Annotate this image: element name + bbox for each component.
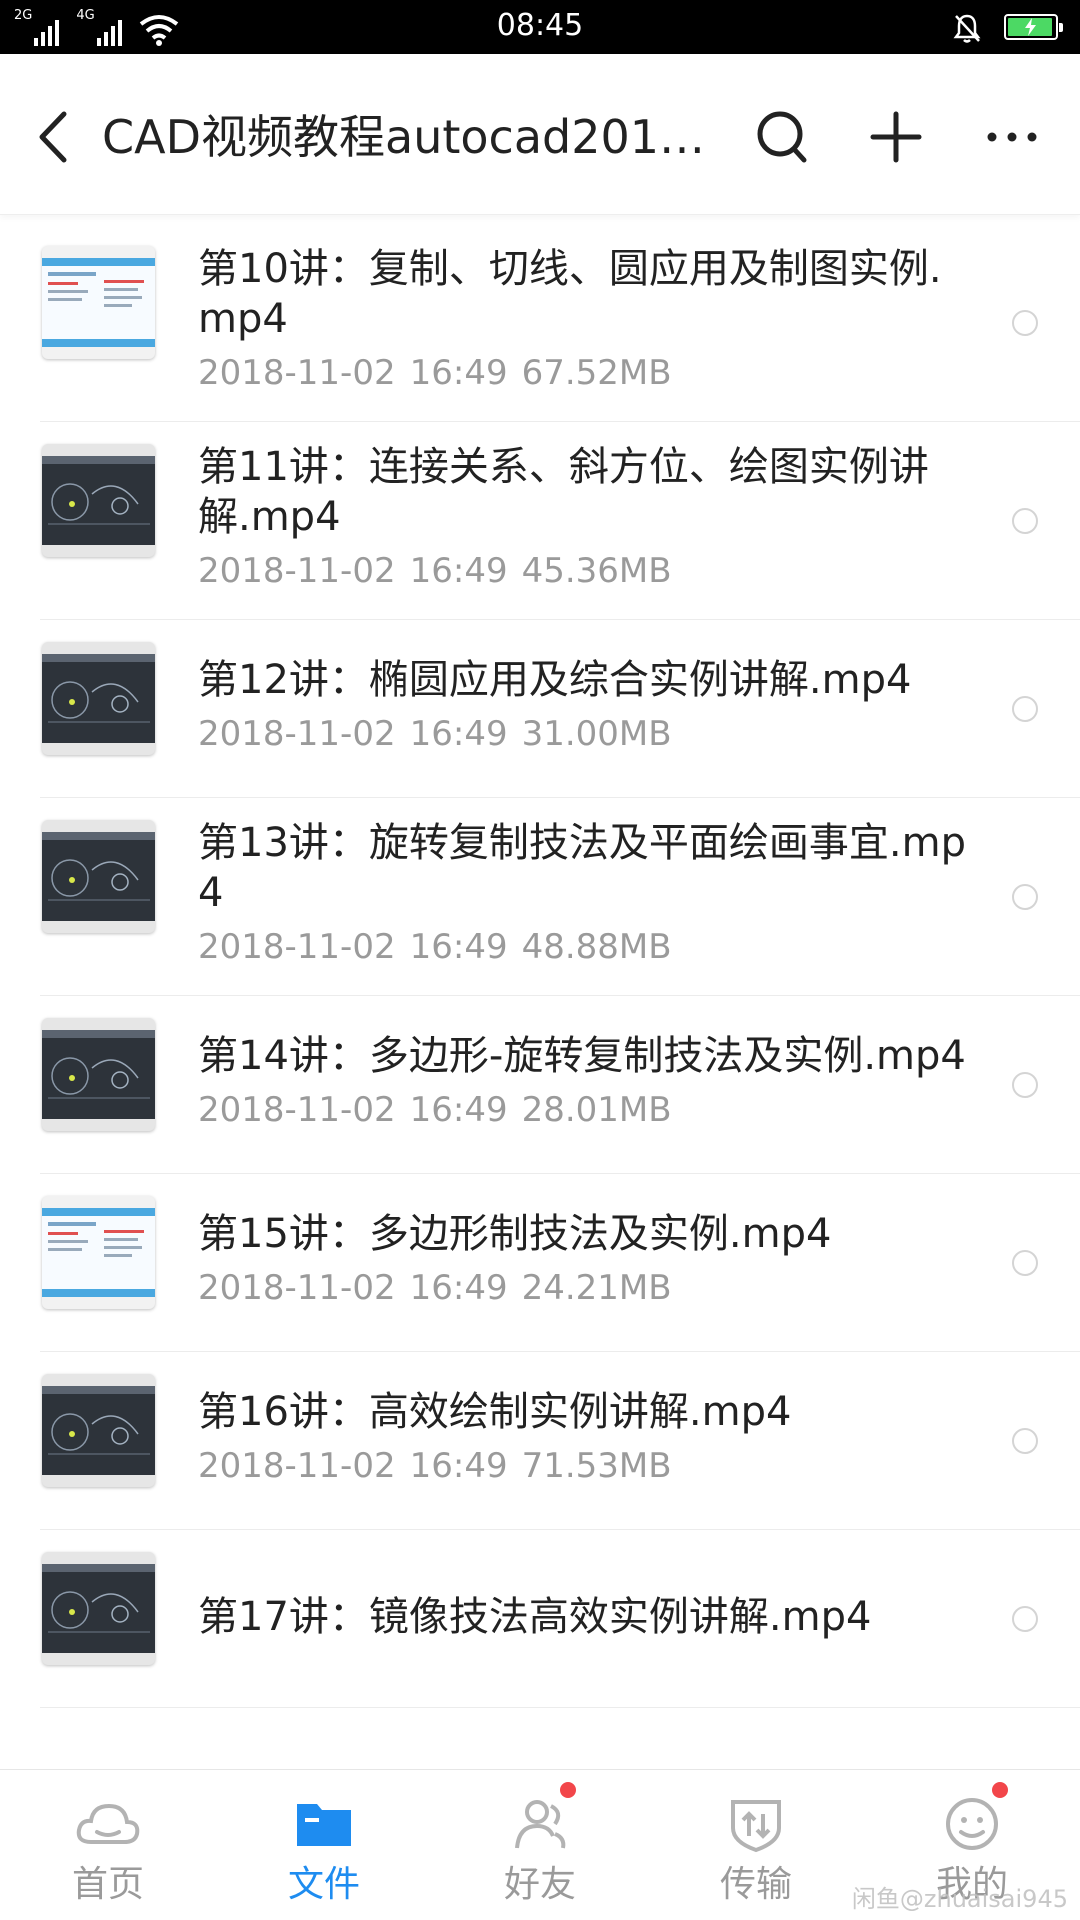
file-name: 第17讲：镜像技法高效实例讲解.mp4 [198,1594,872,1640]
video-thumbnail [42,444,155,557]
file-size: 24.21MB [521,1268,672,1308]
nav-label: 文件 [287,1864,360,1905]
file-date: 2018-11-02 [198,1090,396,1130]
file-date: 2018-11-02 [198,551,396,591]
file-row[interactable]: 第16讲：高效绘制实例讲解.mp4 2018-11-02 16:49 71.53MB [0,1352,1080,1530]
file-row[interactable]: 第14讲：多边形-旋转复制技法及实例.mp4 2018-11-02 16:49 28.… [0,996,1080,1174]
header-bar: CAD视频教程autocad2018… [0,54,1080,215]
more-icon[interactable] [980,100,1044,174]
nav-home[interactable]: 首页 [0,1770,216,1920]
bell-muted-icon [953,14,981,43]
file-meta: 2018-11-02 16:49 31.00MB [198,709,968,759]
file-info: 第17讲：镜像技法高效实例讲解.mp4 [198,1592,968,1642]
file-time: 16:49 [409,1268,508,1308]
charging-bolt-icon [1025,18,1036,36]
video-thumbnail [42,1196,155,1309]
file-name: 第13讲：旋转复制技法及平面绘画事宜.mp4 [198,820,966,916]
notification-dot [560,1782,576,1798]
file-meta: 2018-11-02 16:49 48.88MB [198,922,968,972]
file-row[interactable]: 第15讲：多边形制技法及实例.mp4 2018-11-02 16:49 24.21MB [0,1174,1080,1352]
file-date: 2018-11-02 [198,1446,396,1486]
nav-friends[interactable]: 好友 [432,1770,648,1920]
video-thumbnail [42,820,155,933]
file-info: 第10讲：复制、切线、圆应用及制图实例.mp4 2018-11-02 16:49 67… [198,244,968,398]
file-time: 16:49 [409,353,508,393]
file-meta: 2018-11-02 16:49 24.21MB [198,1263,968,1313]
video-thumbnail [42,642,155,755]
notification-dot [992,1782,1008,1798]
file-info: 第11讲：连接关系、斜方位、绘图实例讲解.mp4 2018-11-02 16:49 4… [198,442,968,596]
file-name: 第14讲：多边形-旋转复制技法及实例.mp4 [198,1033,966,1079]
status-bar: 2G 4G 08:45 [0,0,1080,54]
file-size: 67.52MB [521,353,672,393]
file-date: 2018-11-02 [198,714,396,754]
file-name: 第11讲：连接关系、斜方位、绘图实例讲解.mp4 [198,444,929,540]
transfer-icon [648,1794,864,1854]
file-size: 71.53MB [521,1446,672,1486]
select-radio[interactable] [1012,1428,1038,1454]
search-icon[interactable] [750,100,814,174]
file-name: 第16讲：高效绘制实例讲解.mp4 [198,1389,792,1435]
file-row[interactable]: 第13讲：旋转复制技法及平面绘画事宜.mp4 2018-11-02 16:49 48.… [0,798,1080,996]
file-time: 16:49 [409,1090,508,1130]
select-radio[interactable] [1012,1072,1038,1098]
file-row[interactable]: 第10讲：复制、切线、圆应用及制图实例.mp4 2018-11-02 16:49 67… [0,224,1080,422]
friends-icon [432,1794,648,1854]
page-title: CAD视频教程autocad2018… [102,110,712,164]
file-name: 第15讲：多边形制技法及实例.mp4 [198,1211,832,1257]
file-size: 48.88MB [521,927,672,967]
file-row[interactable]: 第12讲：椭圆应用及综合实例讲解.mp4 2018-11-02 16:49 31.00… [0,620,1080,798]
back-icon[interactable] [30,104,80,170]
file-size: 45.36MB [521,551,672,591]
file-date: 2018-11-02 [198,927,396,967]
battery-icon [1004,14,1063,40]
nav-label: 传输 [719,1864,792,1905]
select-radio[interactable] [1012,696,1038,722]
nav-transfer[interactable]: 传输 [648,1770,864,1920]
file-date: 2018-11-02 [198,1268,396,1308]
select-radio[interactable] [1012,508,1038,534]
file-info: 第14讲：多边形-旋转复制技法及实例.mp4 2018-11-02 16:49 28.… [198,1031,968,1135]
file-time: 16:49 [409,927,508,967]
file-meta: 2018-11-02 16:49 28.01MB [198,1085,968,1135]
file-size: 31.00MB [521,714,672,754]
file-time: 16:49 [409,1446,508,1486]
nav-label: 好友 [503,1864,576,1905]
file-meta: 2018-11-02 16:49 67.52MB [198,348,968,398]
file-info: 第13讲：旋转复制技法及平面绘画事宜.mp4 2018-11-02 16:49 48.… [198,818,968,972]
video-thumbnail [42,1374,155,1487]
file-row[interactable]: 第17讲：镜像技法高效实例讲解.mp4 [0,1530,1080,1708]
select-radio[interactable] [1012,884,1038,910]
nav-files[interactable]: 文件 [216,1770,432,1920]
select-radio[interactable] [1012,310,1038,336]
folder-icon [216,1794,432,1854]
video-thumbnail [42,1018,155,1131]
plus-icon[interactable] [864,100,928,174]
file-info: 第16讲：高效绘制实例讲解.mp4 2018-11-02 16:49 71.53MB [198,1387,968,1491]
video-thumbnail [42,1552,155,1665]
video-thumbnail [42,246,155,359]
app-screen: 2G 4G 08:45 CAD视频教程autocad2018… 第10讲：复制、… [0,0,1080,1920]
nav-label: 首页 [71,1864,144,1905]
file-info: 第15讲：多边形制技法及实例.mp4 2018-11-02 16:49 24.21MB [198,1209,968,1313]
file-row[interactable]: 第11讲：连接关系、斜方位、绘图实例讲解.mp4 2018-11-02 16:49 4… [0,422,1080,620]
file-time: 16:49 [409,714,508,754]
watermark: 闲鱼@zhuaisai945 [851,1885,1068,1913]
file-list: 第10讲：复制、切线、圆应用及制图实例.mp4 2018-11-02 16:49 67… [0,224,1080,1770]
select-radio[interactable] [1012,1606,1038,1632]
cloud-icon [0,1794,216,1854]
status-time: 08:45 [496,8,584,43]
select-radio[interactable] [1012,1250,1038,1276]
file-meta: 2018-11-02 16:49 71.53MB [198,1441,968,1491]
file-size: 28.01MB [521,1090,672,1130]
file-name: 第10讲：复制、切线、圆应用及制图实例.mp4 [198,246,942,342]
file-name: 第12讲：椭圆应用及综合实例讲解.mp4 [198,657,912,703]
file-date: 2018-11-02 [198,353,396,393]
profile-icon [864,1794,1080,1854]
file-time: 16:49 [409,551,508,591]
file-meta: 2018-11-02 16:49 45.36MB [198,546,968,596]
file-info: 第12讲：椭圆应用及综合实例讲解.mp4 2018-11-02 16:49 31.00… [198,655,968,759]
